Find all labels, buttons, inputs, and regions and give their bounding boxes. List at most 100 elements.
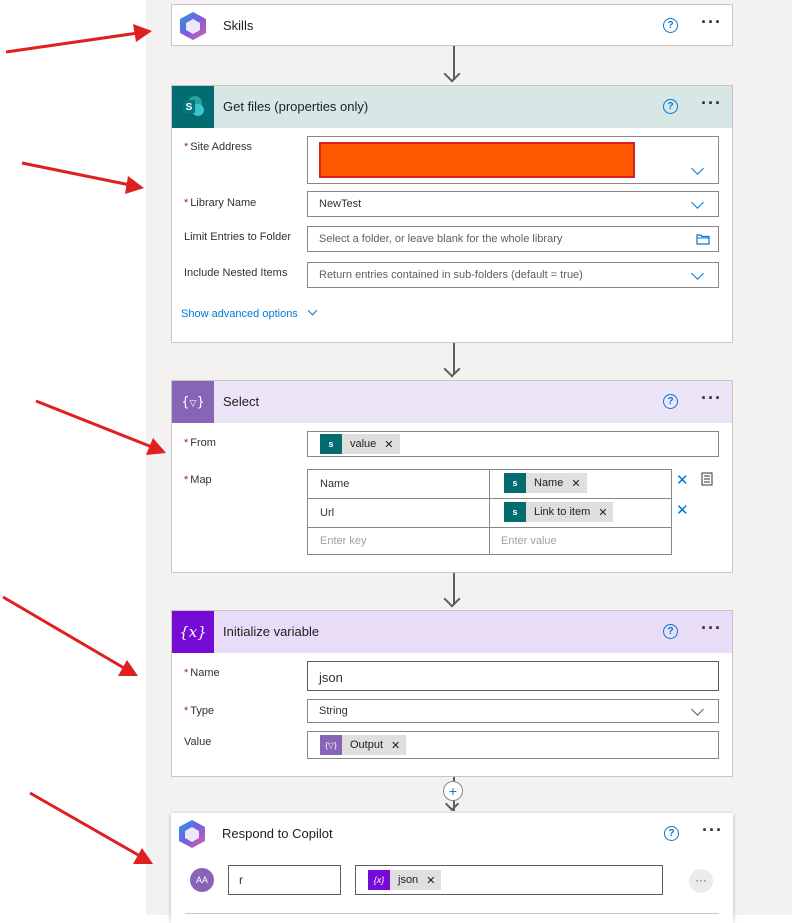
switch-to-text-mode-icon[interactable] <box>700 472 714 486</box>
output-name-input[interactable]: r <box>228 865 341 895</box>
variable-type-select[interactable]: String <box>307 699 719 723</box>
skills-header[interactable]: Skills ? ··· <box>172 5 732 47</box>
sharepoint-token-icon: s <box>504 502 526 522</box>
dynamic-token[interactable]: s Name ✕ <box>504 473 587 493</box>
dynamic-token[interactable]: s Link to item ✕ <box>504 502 614 522</box>
show-advanced-options-label: Show advanced options <box>181 308 298 320</box>
dynamic-token[interactable]: {x} json ✕ <box>368 870 442 890</box>
token-label: Name <box>534 477 564 489</box>
library-name-field[interactable]: NewTest <box>307 191 719 217</box>
more-options-icon[interactable]: ··· <box>702 821 723 839</box>
red-arrow-skills <box>5 31 139 54</box>
variable-value-label: Value <box>184 736 212 748</box>
red-arrow-init-var <box>2 595 125 670</box>
show-advanced-options-link[interactable]: Show advanced options <box>181 305 318 320</box>
get-files-card[interactable]: S Get files (properties only) ? ··· * Sit… <box>171 85 733 343</box>
output-name-value: r <box>239 873 243 887</box>
variable-type-value: String <box>319 705 348 717</box>
chevron-down-icon[interactable] <box>691 267 704 280</box>
token-label: json <box>398 874 419 886</box>
limit-entries-label: Limit Entries to Folder <box>184 231 291 243</box>
text-output-avatar: AA <box>190 868 214 892</box>
remove-token-icon[interactable]: ✕ <box>571 477 580 490</box>
remove-token-icon[interactable]: ✕ <box>426 874 435 887</box>
include-nested-field[interactable]: Return entries contained in sub-folders … <box>307 262 719 288</box>
card-title: Initialize variable <box>223 624 320 639</box>
map-table: Name s Name ✕ Url s Link to item ✕ Enter… <box>307 469 672 555</box>
chevron-down-icon[interactable] <box>691 162 704 175</box>
select-header[interactable]: {▽} Select ? ··· <box>172 381 732 423</box>
select-card[interactable]: {▽} Select ? ··· * From s value ✕ * Map Na… <box>171 380 733 573</box>
map-label: * Map <box>184 474 212 486</box>
chevron-down-icon <box>307 305 318 316</box>
initialize-variable-card[interactable]: {x} Initialize variable ? ··· * Name json… <box>171 610 733 777</box>
enter-value-input[interactable]: Enter value <box>501 535 557 547</box>
skills-card[interactable]: Skills ? ··· <box>171 4 733 46</box>
enter-key-input[interactable]: Enter key <box>320 535 366 547</box>
map-key[interactable]: Url <box>320 507 334 519</box>
sharepoint-token-icon: s <box>320 434 342 454</box>
red-arrow-get-files <box>21 161 131 187</box>
copilot-icon <box>171 813 213 855</box>
sharepoint-token-icon: s <box>504 473 526 493</box>
site-address-field[interactable] <box>307 136 719 184</box>
remove-token-icon[interactable]: ✕ <box>384 438 393 451</box>
limit-entries-field[interactable]: Select a folder, or leave blank for the … <box>307 226 719 252</box>
help-icon[interactable]: ? <box>663 624 678 639</box>
more-options-icon[interactable]: ··· <box>701 619 722 637</box>
respond-header[interactable]: Respond to Copilot ? ··· <box>171 813 733 855</box>
variable-icon: {x} <box>172 611 214 653</box>
dynamic-token[interactable]: {▽} Output ✕ <box>320 735 407 755</box>
more-options-icon[interactable]: ··· <box>701 13 722 31</box>
site-address-label: * Site Address <box>184 141 253 153</box>
card-title: Select <box>223 394 260 409</box>
map-key[interactable]: Name <box>320 478 349 490</box>
copilot-icon <box>172 5 214 47</box>
token-label: value <box>350 438 377 450</box>
library-name-label: * Library Name <box>184 197 257 209</box>
chevron-down-icon[interactable] <box>691 196 704 209</box>
svg-text:S: S <box>186 102 193 113</box>
chevron-down-icon[interactable] <box>691 703 704 716</box>
variable-token-icon: {x} <box>368 870 390 890</box>
include-nested-label: Include Nested Items <box>184 267 288 279</box>
card-title: Skills <box>223 18 254 33</box>
get-files-header[interactable]: S Get files (properties only) ? ··· <box>172 86 732 128</box>
help-icon[interactable]: ? <box>663 18 678 33</box>
delete-row-icon[interactable]: ✕ <box>676 471 689 489</box>
delete-row-icon[interactable]: ✕ <box>676 501 689 519</box>
limit-entries-placeholder: Select a folder, or leave blank for the … <box>319 233 563 245</box>
red-arrow-select <box>35 399 153 449</box>
more-options-icon[interactable]: ··· <box>701 94 722 112</box>
redacted-block <box>319 142 635 178</box>
dynamic-token[interactable]: s value ✕ <box>320 434 400 454</box>
output-value-field[interactable]: {x} json ✕ <box>355 865 663 895</box>
output-more-icon[interactable]: ··· <box>689 869 713 893</box>
respond-to-copilot-card[interactable]: Respond to Copilot ? ··· AA r {x} json ✕… <box>171 813 733 923</box>
initialize-variable-header[interactable]: {x} Initialize variable ? ··· <box>172 611 732 653</box>
folder-icon[interactable] <box>696 233 710 245</box>
select-token-icon: {▽} <box>320 735 342 755</box>
card-title: Get files (properties only) <box>223 99 369 114</box>
remove-token-icon[interactable]: ✕ <box>391 739 400 752</box>
help-icon[interactable]: ? <box>663 394 678 409</box>
card-title: Respond to Copilot <box>222 826 333 841</box>
variable-type-label: * Type <box>184 705 215 717</box>
variable-value-field[interactable]: {▽} Output ✕ <box>307 731 719 759</box>
help-icon[interactable]: ? <box>664 826 679 841</box>
library-name-value: NewTest <box>319 198 362 210</box>
from-field[interactable]: s value ✕ <box>307 431 719 457</box>
help-icon[interactable]: ? <box>663 99 678 114</box>
divider <box>185 913 719 914</box>
variable-name-label: * Name <box>184 667 220 679</box>
red-arrow-respond <box>29 791 141 858</box>
from-label: * From <box>184 437 216 449</box>
token-label: Link to item <box>534 506 591 518</box>
variable-name-input[interactable]: json <box>307 661 719 691</box>
remove-token-icon[interactable]: ✕ <box>598 506 607 519</box>
more-options-icon[interactable]: ··· <box>701 389 722 407</box>
sharepoint-icon: S <box>172 86 214 128</box>
token-label: Output <box>350 739 384 751</box>
select-action-icon: {▽} <box>172 381 214 423</box>
variable-name-value: json <box>319 670 343 685</box>
